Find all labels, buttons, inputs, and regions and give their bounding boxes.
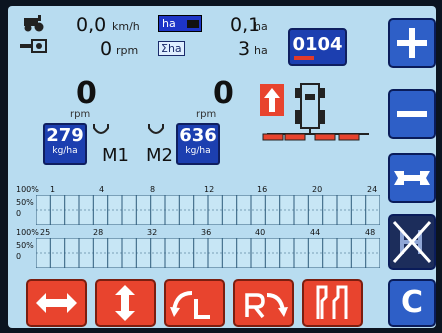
grid2-scale-100: 100%: [16, 228, 39, 237]
m2-label: M2: [146, 145, 173, 166]
grid1-scale-0: 0: [16, 209, 22, 218]
headland-button[interactable]: [302, 279, 363, 327]
tractor-icon: [24, 15, 44, 32]
rpm-value: 0: [100, 38, 113, 60]
grid1-scale-100: 100%: [16, 185, 39, 194]
grid2-bars: [36, 238, 380, 268]
total-area-value: 3: [238, 38, 251, 60]
counter-display[interactable]: 0104: [288, 28, 347, 66]
m2-rate-unit: kg/ha: [185, 146, 211, 156]
right-rpm-value: 0: [213, 76, 234, 111]
area-badge-label: ha: [162, 17, 176, 30]
wrench-icon: [394, 171, 430, 185]
right-rpm-label: rpm: [196, 109, 217, 120]
clear-button-label: C: [400, 285, 424, 320]
counter-value: 0104: [292, 34, 343, 55]
horizontal-arrows-icon: [36, 293, 77, 313]
speed-value: 0,0: [76, 14, 107, 36]
grid1-tick-12: 12: [204, 185, 215, 194]
m1-rate-box[interactable]: 279 kg/ha: [43, 123, 87, 165]
speed-unit: km/h: [112, 20, 140, 33]
m2-rate-box[interactable]: 636 kg/ha: [176, 123, 220, 165]
grid2-tick-44: 44: [310, 228, 321, 237]
m2-rate-value: 636: [179, 125, 217, 146]
clear-button[interactable]: C: [388, 279, 436, 327]
plus-button[interactable]: [388, 18, 436, 68]
stairs-icon: [316, 285, 348, 319]
area-mode-badge: ha: [158, 15, 202, 32]
counter-indicator: [294, 56, 314, 60]
minus-icon: [397, 111, 427, 117]
grid2-tick-36: 36: [201, 228, 212, 237]
crossed-h-icon: [392, 220, 432, 264]
implement-topview-icon: [262, 83, 369, 141]
grid1-tick-8: 8: [150, 185, 156, 194]
grid2-tick-25: 25: [40, 228, 51, 237]
m2-hopper-icon: [148, 124, 164, 134]
horizontal-adjust-button[interactable]: [26, 279, 87, 327]
turn-left-button[interactable]: [164, 279, 225, 327]
grid2-tick-32: 32: [147, 228, 158, 237]
area-unit: ha: [254, 20, 268, 33]
disabled-section-button[interactable]: [388, 214, 436, 270]
grid2-scale-50: 50%: [16, 241, 34, 250]
settings-button[interactable]: [388, 153, 436, 203]
grid1-tick-20: 20: [312, 185, 323, 194]
minus-button[interactable]: [388, 89, 436, 139]
left-rpm-value: 0: [76, 76, 97, 111]
grid1-tick-24: 24: [367, 185, 378, 194]
total-area-unit: ha: [254, 44, 268, 57]
grid2-tick-48: 48: [365, 228, 376, 237]
turn-left-icon: [170, 291, 210, 319]
vertical-adjust-button[interactable]: [95, 279, 156, 327]
left-rpm-label: rpm: [70, 109, 91, 120]
m1-rate-value: 279: [46, 125, 84, 146]
m1-label: M1: [102, 145, 129, 166]
grid2-tick-40: 40: [255, 228, 266, 237]
grid1-tick-16: 16: [257, 185, 268, 194]
vertical-arrows-icon: [115, 285, 135, 321]
display-screen: 0,0 km/h 0 rpm ha Σha 0,1 ha 3 ha 0104 0…: [8, 6, 436, 328]
grid1-bars: [36, 195, 380, 225]
grid2-tick-28: 28: [93, 228, 104, 237]
turn-right-button[interactable]: [233, 279, 294, 327]
m1-hopper-icon: [93, 124, 109, 134]
section-grid-2: 100% 50% 0 25 28 32 36 40 44 48: [16, 229, 380, 280]
grid1-tick-1: 1: [50, 185, 56, 194]
grid2-scale-0: 0: [16, 252, 22, 261]
grid1-scale-50: 50%: [16, 198, 34, 207]
rpm-unit: rpm: [116, 44, 139, 57]
m1-rate-unit: kg/ha: [52, 146, 78, 156]
plus-icon: [397, 28, 427, 58]
total-area-badge: Σha: [158, 41, 185, 56]
pto-icon: [20, 39, 47, 53]
device-frame: 0,0 km/h 0 rpm ha Σha 0,1 ha 3 ha 0104 0…: [0, 0, 442, 333]
turn-right-icon: [245, 293, 288, 319]
grid1-tick-4: 4: [99, 185, 105, 194]
